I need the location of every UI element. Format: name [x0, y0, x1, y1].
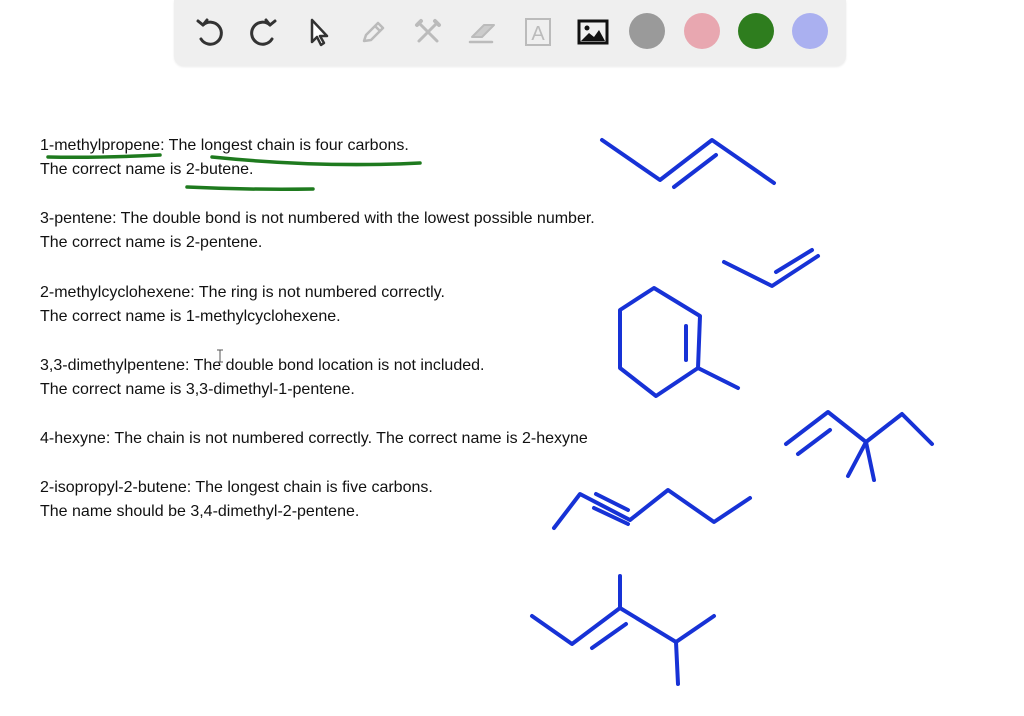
redo-button[interactable] [243, 12, 283, 52]
text-icon: A [525, 18, 551, 46]
eraser-icon [468, 24, 495, 44]
color-gray-swatch[interactable] [629, 13, 665, 49]
undo-button[interactable] [190, 12, 230, 52]
image-icon [577, 19, 609, 45]
note-line: 1-methylpropene: The longest chain is fo… [40, 137, 409, 154]
tools-icon [415, 19, 441, 43]
text-tool-button[interactable]: A [518, 12, 558, 52]
note-line: 2-methylcyclohexene: The ring is not num… [40, 284, 445, 301]
pen-tool-button[interactable] [353, 12, 393, 52]
eraser-tool-button[interactable] [463, 12, 503, 52]
color-green-swatch[interactable] [738, 13, 774, 49]
pencil-icon [362, 21, 385, 43]
redo-icon [250, 18, 277, 46]
note-line: 3-pentene: The double bond is not number… [40, 210, 595, 227]
note-line: 2-isopropyl-2-butene: The longest chain … [40, 479, 433, 496]
note-line: 3,3-dimethylpentene: The double bond loc… [40, 357, 485, 374]
image-tool-button[interactable] [573, 12, 613, 52]
drawing-toolbar: A [174, 0, 846, 66]
color-pink-swatch[interactable] [684, 13, 720, 49]
tools-button[interactable] [408, 12, 448, 52]
color-lavender-swatch[interactable] [792, 13, 828, 49]
note-line: The name should be 3,4-dimethyl-2-penten… [40, 503, 360, 520]
pointer-icon [310, 18, 329, 47]
select-tool-button[interactable] [298, 12, 338, 52]
svg-text:A: A [531, 23, 545, 45]
note-line: The correct name is 2-pentene. [40, 234, 263, 251]
note-line: 4-hexyne: The chain is not numbered corr… [40, 430, 588, 447]
note-line: The correct name is 1-methylcyclohexene. [40, 308, 341, 325]
note-line: The correct name is 3,3-dimethyl-1-pente… [40, 381, 355, 398]
undo-icon [196, 18, 223, 46]
note-line: The correct name is 2-butene. [40, 161, 254, 178]
